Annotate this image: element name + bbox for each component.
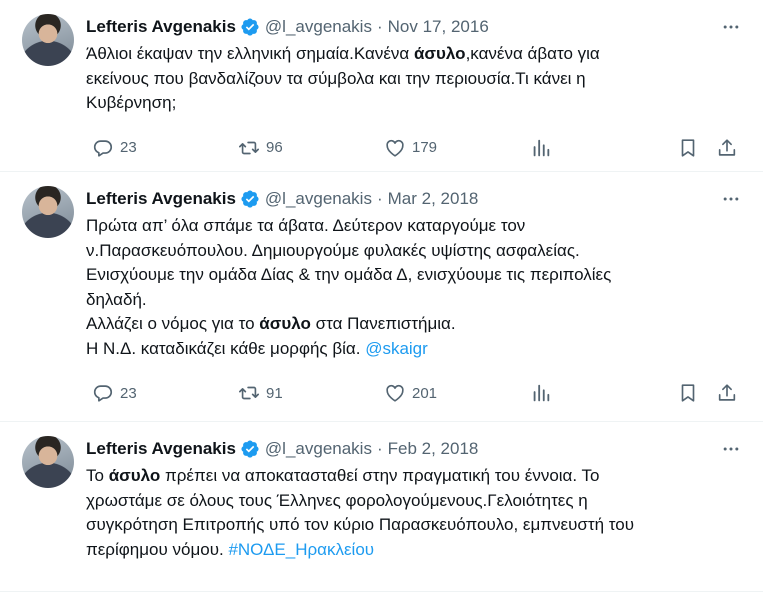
highlighted-word: άσυλο [108,466,161,485]
retweet-button[interactable]: 96 [232,136,283,160]
like-button[interactable]: 201 [378,381,437,405]
share-button[interactable] [710,136,738,160]
bookmark-icon [677,382,699,404]
share-icon [716,382,738,404]
tweet-header: Lefteris Avgenakis @l_avgenakis · Nov 17, 2… [86,15,743,39]
more-horizontal-icon[interactable] [719,187,743,211]
tweet-text-line: δηλαδή. [86,288,726,313]
verified-badge-icon [240,17,260,37]
text-segment: Το [86,466,109,485]
text-segment: δηλαδή. [86,289,147,309]
reply-count: 23 [120,384,137,402]
tweet-text-line: Πρώτα απ’ όλα σπάμε τα άβατα. Δεύτερον κ… [86,214,726,239]
text-segment: στα Πανεπιστήμια. [310,314,456,333]
tweet-header: Lefteris Avgenakis @l_avgenakis · Mar 2, 20… [86,187,743,211]
verified-badge-icon [240,189,260,209]
separator-dot: · [376,17,383,36]
reply-icon [92,382,114,404]
text-segment: Κυβέρνηση; [86,93,177,112]
tweet-text-line: περίφημου νόμου. #ΝΟΔΕ_Ηρακλείου [86,538,726,563]
avatar[interactable] [22,186,74,238]
tweet-actions: 23 96 179 [86,136,746,160]
text-segment: συγκρότηση Επιτροπής υπό τον κύριο Παρασ… [86,515,634,534]
heart-icon [384,137,406,159]
separator-dot: · [376,189,383,208]
bookmark-icon [677,137,699,159]
author-handle[interactable]: @l_avgenakis [265,17,372,37]
tweet-text-line: εκείνους που βανδαλίζουν τα σύμβολα και … [86,67,726,92]
text-segment: Ενισχύουμε την ομάδα Δίας & την ομάδα Δ,… [86,265,612,284]
mention-link[interactable]: @skaigr [365,339,428,358]
text-segment: ν.Παρασκευόπουλου. Δημιουργούμε φυλακές … [86,240,580,260]
share-button[interactable] [710,381,738,405]
tweet-date[interactable]: Feb 2, 2018 [388,439,479,459]
tweet-feed: Lefteris Avgenakis @l_avgenakis · Nov 17, 2… [0,0,779,592]
text-segment: Πρώτα απ’ όλα σπάμε τα άβατα. Δεύτερον κ… [86,216,526,235]
tweet[interactable]: Lefteris Avgenakis @l_avgenakis · Feb 2, 20… [0,422,763,592]
text-segment: εκείνους που βανδαλίζουν τα σύμβολα και … [86,68,586,88]
like-count: 179 [412,139,438,156]
author-handle[interactable]: @l_avgenakis [265,189,372,209]
tweet-text-line: ν.Παρασκευόπουλου. Δημιουργούμε φυλακές … [86,239,726,264]
avatar[interactable] [22,14,74,66]
text-segment: χρωστάμε σε όλους τους Έλληνες φορολογού… [86,490,588,510]
reply-button[interactable]: 23 [86,381,137,405]
tweet-text-line: συγκρότηση Επιτροπής υπό τον κύριο Παρασ… [86,513,726,538]
highlighted-word: άσυλο [413,44,466,63]
text-segment: Άθλιοι έκαψαν την ελληνική σημαία.Κανένα [86,44,414,63]
tweet-text: Το άσυλο πρέπει να αποκατασταθεί στην πρ… [86,464,726,562]
like-button[interactable]: 179 [378,136,437,160]
text-segment: Αλλάζει ο νόμος για το [86,314,260,333]
tweet-text-line: Ενισχύουμε την ομάδα Δίας & την ομάδα Δ,… [86,263,726,288]
tweet[interactable]: Lefteris Avgenakis @l_avgenakis · Mar 2, 20… [0,172,763,422]
tweet-text-line: Η Ν.Δ. καταδικάζει κάθε μορφής βία. @ska… [86,337,726,362]
tweet-text: Άθλιοι έκαψαν την ελληνική σημαία.Κανένα… [86,42,726,116]
tweet-text-line: Αλλάζει ο νόμος για το άσυλο στα Πανεπισ… [86,312,726,337]
views-chart-icon [530,137,552,159]
tweet-text-line: Το άσυλο πρέπει να αποκατασταθεί στην πρ… [86,464,726,489]
text-segment: περίφημου νόμου. [86,539,229,559]
reply-icon [92,137,114,159]
more-horizontal-icon[interactable] [719,15,743,39]
retweet-icon [238,137,260,159]
heart-icon [384,382,406,404]
tweet-text: Πρώτα απ’ όλα σπάμε τα άβατα. Δεύτερον κ… [86,214,726,361]
more-horizontal-icon[interactable] [719,437,743,461]
tweet-header: Lefteris Avgenakis @l_avgenakis · Feb 2, 20… [86,437,743,461]
author-name[interactable]: Lefteris Avgenakis [86,439,236,459]
tweet-date[interactable]: Nov 17, 2016 [388,17,489,37]
tweet-date[interactable]: Mar 2, 2018 [388,189,479,209]
tweet-text-line: χρωστάμε σε όλους τους Έλληνες φορολογού… [86,489,726,514]
tweet-text-line: Κυβέρνηση; [86,91,726,116]
retweet-count: 91 [266,384,283,402]
views-button[interactable] [524,136,552,160]
share-icon [716,137,738,159]
text-segment: ,κανένα άβατο για [465,44,600,63]
retweet-count: 96 [266,139,283,156]
text-segment: Η Ν.Δ. καταδικάζει κάθε μορφής βία. [86,338,366,358]
reply-button[interactable]: 23 [86,136,137,160]
author-handle[interactable]: @l_avgenakis [265,439,372,459]
tweet-actions: 23 91 201 [86,381,746,405]
retweet-button[interactable]: 91 [232,381,283,405]
author-name[interactable]: Lefteris Avgenakis [86,17,236,37]
verified-badge-icon [240,439,260,459]
reply-count: 23 [120,139,137,156]
bookmark-button[interactable] [671,381,699,405]
bookmark-button[interactable] [671,136,699,160]
highlighted-word: άσυλο [259,314,311,333]
views-button[interactable] [524,381,552,405]
like-count: 201 [412,384,438,402]
tweet-text-line: Άθλιοι έκαψαν την ελληνική σημαία.Κανένα… [86,42,726,67]
views-chart-icon [530,382,552,404]
text-segment: πρέπει να αποκατασταθεί στην πραγματική … [160,466,600,485]
tweet[interactable]: Lefteris Avgenakis @l_avgenakis · Nov 17, 2… [0,0,763,172]
author-name[interactable]: Lefteris Avgenakis [86,189,236,209]
hashtag-link[interactable]: #ΝΟΔΕ_Ηρακλείου [228,540,374,559]
retweet-icon [238,382,260,404]
separator-dot: · [376,439,383,458]
avatar[interactable] [22,436,74,488]
